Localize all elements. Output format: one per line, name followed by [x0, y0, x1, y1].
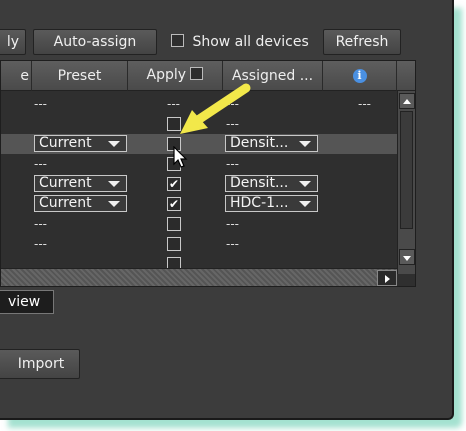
mouse-cursor-icon — [173, 146, 188, 168]
callout-arrow-icon — [180, 83, 251, 134]
